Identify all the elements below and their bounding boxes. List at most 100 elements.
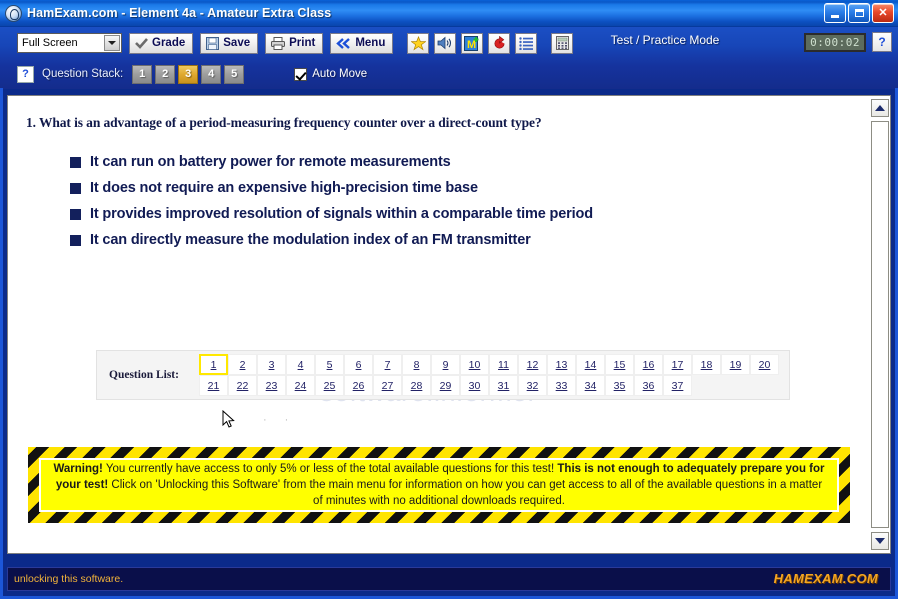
answer-label: It can run on battery power for remote m… [90, 154, 451, 170]
question-list-item-29[interactable]: 29 [431, 375, 460, 396]
warning-inner: Warning! You currently have access to on… [39, 458, 839, 512]
view-mode-select[interactable]: Full Screen [17, 33, 122, 53]
question-list-cell-empty [692, 375, 721, 396]
window-title: HamExam.com - Element 4a - Amateur Extra… [27, 6, 332, 20]
answer-bullet-icon [70, 156, 81, 168]
question-list-item-1[interactable]: 1 [199, 354, 228, 375]
question-list-item-35[interactable]: 35 [605, 375, 634, 396]
stack-help-button[interactable]: ? [17, 65, 34, 83]
chevron-down-icon[interactable] [104, 35, 120, 51]
content-panel: 1. What is an advantage of a period-meas… [7, 95, 891, 554]
svg-text:M: M [467, 39, 476, 51]
question-list-item-7[interactable]: 7 [373, 354, 402, 375]
question-list-item-13[interactable]: 13 [547, 354, 576, 375]
answer-bullet-icon [70, 234, 81, 246]
print-button[interactable]: Print [265, 32, 324, 54]
question-list-item-27[interactable]: 27 [373, 375, 402, 396]
menu-label: Menu [355, 37, 386, 49]
stack-button-2[interactable]: 2 [155, 64, 176, 84]
answer-bullet-icon [70, 182, 81, 194]
question-list-item-25[interactable]: 25 [315, 375, 344, 396]
question-list-item-36[interactable]: 36 [634, 375, 663, 396]
question-list-item-26[interactable]: 26 [344, 375, 373, 396]
toolbar-region: Full Screen Grade Save Print Menu M Test… [0, 27, 898, 89]
close-button[interactable]: ✕ [872, 3, 894, 23]
scrollbar-thumb[interactable] [871, 121, 889, 528]
save-button[interactable]: Save [200, 32, 259, 54]
question-list-item-11[interactable]: 11 [489, 354, 518, 375]
minimize-icon [831, 14, 839, 18]
question-list-item-17[interactable]: 17 [663, 354, 692, 375]
question-list-item-34[interactable]: 34 [576, 375, 605, 396]
grade-button[interactable]: Grade [129, 32, 194, 54]
undo-icon-button[interactable] [488, 32, 511, 54]
question-list-item-33[interactable]: 33 [547, 375, 576, 396]
question-list-item-16[interactable]: 16 [634, 354, 663, 375]
scroll-down-button[interactable] [871, 532, 889, 550]
question-list-cell-empty [721, 375, 750, 396]
stack-button-4[interactable]: 4 [201, 64, 222, 84]
question-list-item-21[interactable]: 21 [199, 375, 228, 396]
question-list-item-20[interactable]: 20 [750, 354, 779, 375]
maximize-button[interactable] [848, 3, 870, 23]
warning-part2: Click on 'Unlocking this Software' from … [108, 479, 823, 507]
scroll-up-button[interactable] [871, 99, 889, 117]
auto-move-toggle[interactable]: Auto Move [294, 67, 367, 81]
question-list-item-4[interactable]: 4 [286, 354, 315, 375]
question-list-item-3[interactable]: 3 [257, 354, 286, 375]
status-bar: unlocking this software. HAMEXAM.COM [7, 567, 891, 591]
warning-text: Warning! You currently have access to on… [53, 461, 825, 509]
question-list-item-14[interactable]: 14 [576, 354, 605, 375]
answer-label: It provides improved resolution of signa… [90, 206, 593, 222]
star-icon-button[interactable] [407, 32, 430, 54]
close-icon: ✕ [878, 6, 888, 19]
warning-banner: Warning! You currently have access to on… [28, 447, 850, 523]
question-stack-buttons: 1 2 3 4 5 [132, 64, 245, 84]
question-list-item-31[interactable]: 31 [489, 375, 518, 396]
question-list-item-6[interactable]: 6 [344, 354, 373, 375]
list-icon-button[interactable] [515, 32, 538, 54]
save-label: Save [223, 37, 251, 49]
star-icon [410, 35, 426, 51]
question-list-item-30[interactable]: 30 [460, 375, 489, 396]
answer-option[interactable]: It provides improved resolution of signa… [70, 206, 593, 222]
question-list-item-18[interactable]: 18 [692, 354, 721, 375]
grade-label: Grade [152, 37, 186, 49]
bookmark-add-icon-button[interactable]: M [461, 32, 484, 54]
help-button[interactable]: ? [872, 32, 892, 52]
bookmark-add-icon: M [464, 35, 479, 51]
minimize-button[interactable] [824, 3, 846, 23]
question-text: 1. What is an advantage of a period-meas… [26, 115, 542, 130]
question-list-item-32[interactable]: 32 [518, 375, 547, 396]
menu-button[interactable]: Menu [330, 32, 394, 54]
speaker-icon [437, 36, 452, 50]
speaker-icon-button[interactable] [434, 32, 457, 54]
question-list-item-22[interactable]: 22 [228, 375, 257, 396]
stack-button-3[interactable]: 3 [178, 64, 199, 84]
answer-option[interactable]: It can directly measure the modulation i… [70, 232, 593, 248]
question-list-item-9[interactable]: 9 [431, 354, 460, 375]
title-bar: HamExam.com - Element 4a - Amateur Extra… [0, 0, 898, 27]
stack-button-1[interactable]: 1 [132, 64, 153, 84]
brand-logo: HAMEXAM.COM [773, 571, 878, 586]
answer-option[interactable]: It does not require an expensive high-pr… [70, 180, 593, 196]
stack-button-5[interactable]: 5 [224, 64, 245, 84]
question-list-item-37[interactable]: 37 [663, 375, 692, 396]
question-list-item-23[interactable]: 23 [257, 375, 286, 396]
check-icon [135, 37, 148, 49]
question-list-item-12[interactable]: 12 [518, 354, 547, 375]
question-list-item-15[interactable]: 15 [605, 354, 634, 375]
question-list-item-28[interactable]: 28 [402, 375, 431, 396]
question-page: 1. What is an advantage of a period-meas… [8, 96, 868, 553]
question-list-item-24[interactable]: 24 [286, 375, 315, 396]
answer-option[interactable]: It can run on battery power for remote m… [70, 154, 593, 170]
question-list-item-2[interactable]: 2 [228, 354, 257, 375]
vertical-scrollbar[interactable] [868, 96, 890, 553]
double-chevron-left-icon [336, 37, 351, 49]
view-mode-value: Full Screen [22, 37, 78, 49]
question-list-item-19[interactable]: 19 [721, 354, 750, 375]
auto-move-checkbox[interactable] [294, 67, 308, 81]
question-list-item-10[interactable]: 10 [460, 354, 489, 375]
question-list-item-8[interactable]: 8 [402, 354, 431, 375]
question-list-item-5[interactable]: 5 [315, 354, 344, 375]
